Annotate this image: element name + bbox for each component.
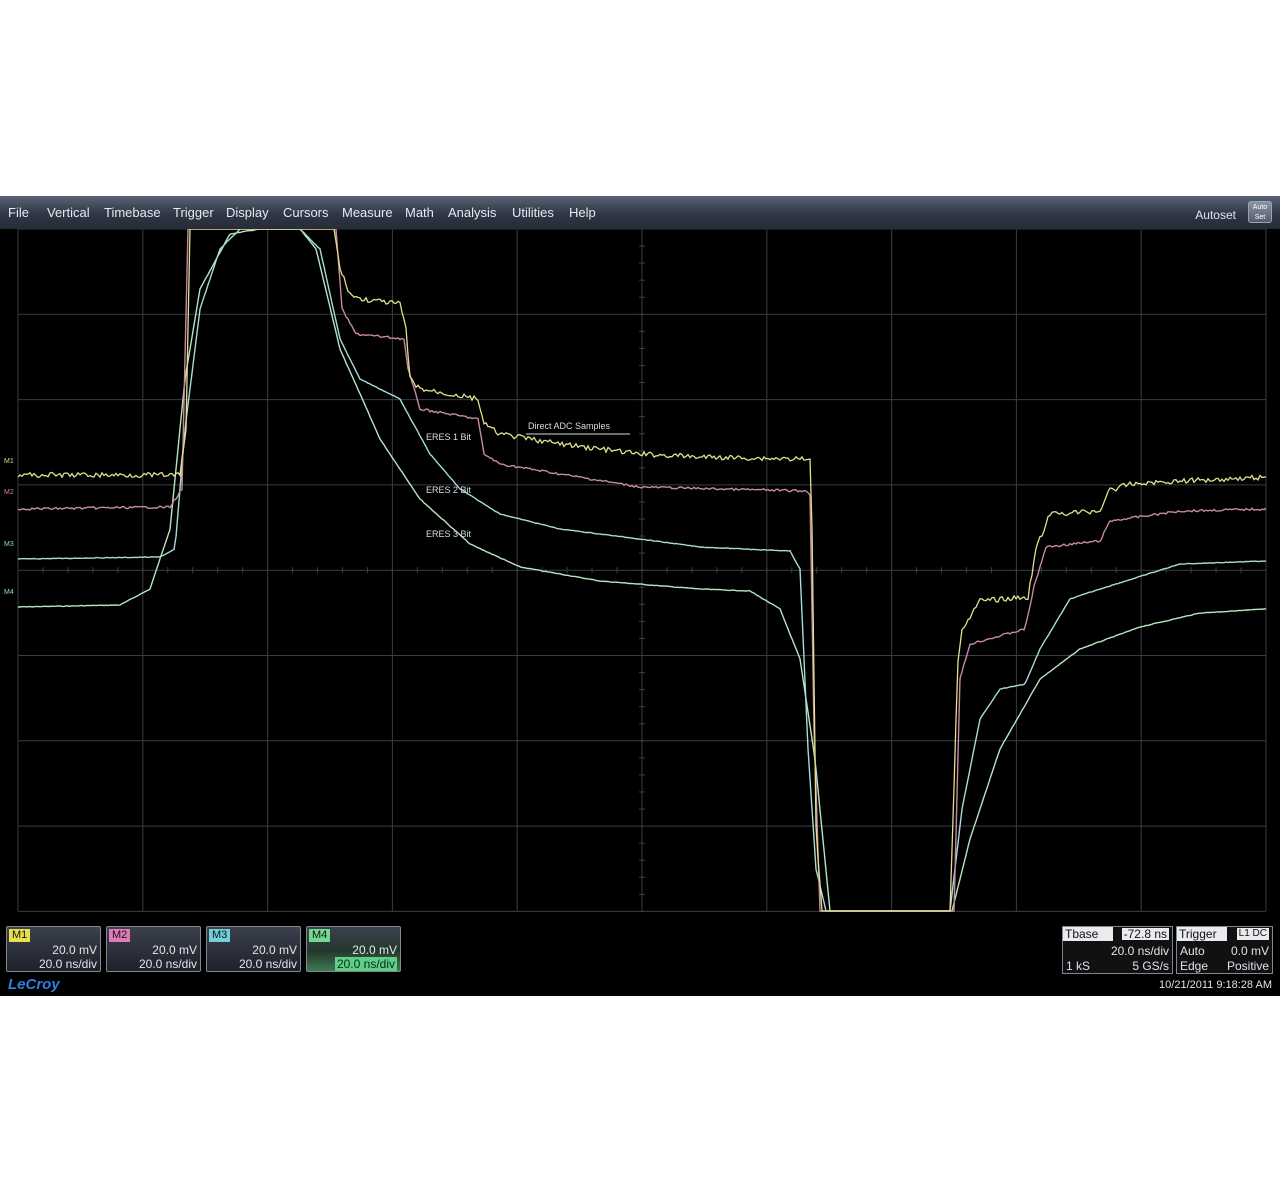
- timebase-sample-rate: 5 GS/s: [1132, 959, 1169, 973]
- channel-tag: M3: [209, 929, 231, 942]
- m1-marker: M1: [4, 458, 14, 465]
- label-eres-2-bit: ERES 2 Bit: [426, 485, 472, 495]
- timestamp: 10/21/2011 9:18:28 AM: [1159, 979, 1272, 991]
- menu-analysis[interactable]: Analysis: [448, 205, 496, 220]
- trigger-level: 0.0 mV: [1230, 944, 1269, 958]
- oscilloscope-window: File Vertical Timebase Trigger Display C…: [0, 196, 1280, 996]
- channel-tag: M1: [9, 929, 31, 942]
- timebase-label: Tbase: [1063, 927, 1113, 941]
- trigger-type: Edge: [1180, 959, 1209, 973]
- m3-marker: M3: [4, 541, 14, 548]
- volts-per-div: 20.0 mV: [52, 943, 97, 957]
- trigger-label: Trigger: [1177, 927, 1227, 941]
- channel-tile-m1[interactable]: M1 20.0 mV 20.0 ns/div: [6, 926, 101, 972]
- menu-trigger[interactable]: Trigger: [173, 205, 214, 220]
- lecroy-logo: LeCroy: [8, 976, 60, 993]
- volts-per-div: 20.0 mV: [152, 943, 197, 957]
- menu-utilities[interactable]: Utilities: [512, 205, 554, 220]
- menu-measure[interactable]: Measure: [342, 205, 393, 220]
- volts-per-div: 20.0 mV: [352, 943, 397, 957]
- timebase-delay: -72.8 ns: [1121, 927, 1169, 941]
- timebase-points: 1 kS: [1066, 959, 1091, 973]
- trigger-mode: Auto: [1180, 944, 1205, 958]
- time-per-div: 20.0 ns/div: [138, 957, 197, 971]
- channel-tile-m2[interactable]: M2 20.0 mV 20.0 ns/div: [106, 926, 201, 972]
- channel-tag: M4: [309, 929, 331, 942]
- channel-tile-m3[interactable]: M3 20.0 mV 20.0 ns/div: [206, 926, 301, 972]
- timebase-rate: 20.0 ns/div: [1110, 944, 1169, 958]
- waveform-display: Direct ADC Samples ERES 1 Bit ERES 2 Bit…: [0, 229, 1280, 919]
- m2-marker: M2: [4, 489, 14, 496]
- trigger-slope: Positive: [1226, 959, 1269, 973]
- label-direct-adc: Direct ADC Samples: [528, 421, 611, 431]
- volts-per-div: 20.0 mV: [252, 943, 297, 957]
- menu-file[interactable]: File: [8, 205, 29, 220]
- time-per-div: 20.0 ns/div: [38, 957, 97, 971]
- channel-tile-m4[interactable]: M4 20.0 mV 20.0 ns/div: [306, 926, 401, 972]
- menu-bar: File Vertical Timebase Trigger Display C…: [0, 196, 1280, 230]
- channel-tag: M2: [109, 929, 131, 942]
- menu-vertical[interactable]: Vertical: [47, 205, 90, 220]
- m4-marker: M4: [4, 589, 14, 596]
- trigger-panel[interactable]: Trigger L1 DC Auto 0.0 mV Edge Positive: [1176, 926, 1273, 974]
- timebase-panel[interactable]: Tbase -72.8 ns 20.0 ns/div 1 kS 5 GS/s: [1062, 926, 1173, 974]
- menu-display[interactable]: Display: [226, 205, 269, 220]
- menu-help[interactable]: Help: [569, 205, 596, 220]
- label-eres-3-bit: ERES 3 Bit: [426, 529, 472, 539]
- auto-set-icon-button[interactable]: Auto Set: [1248, 201, 1272, 223]
- menu-cursors[interactable]: Cursors: [283, 205, 329, 220]
- menu-timebase[interactable]: Timebase: [104, 205, 161, 220]
- menu-math[interactable]: Math: [405, 205, 434, 220]
- autoset-button[interactable]: Autoset: [1195, 208, 1236, 222]
- trigger-source-chip: L1 DC: [1236, 928, 1269, 940]
- label-eres-1-bit: ERES 1 Bit: [426, 432, 472, 442]
- time-per-div: 20.0 ns/div: [238, 957, 297, 971]
- time-per-div: 20.0 ns/div: [334, 957, 397, 971]
